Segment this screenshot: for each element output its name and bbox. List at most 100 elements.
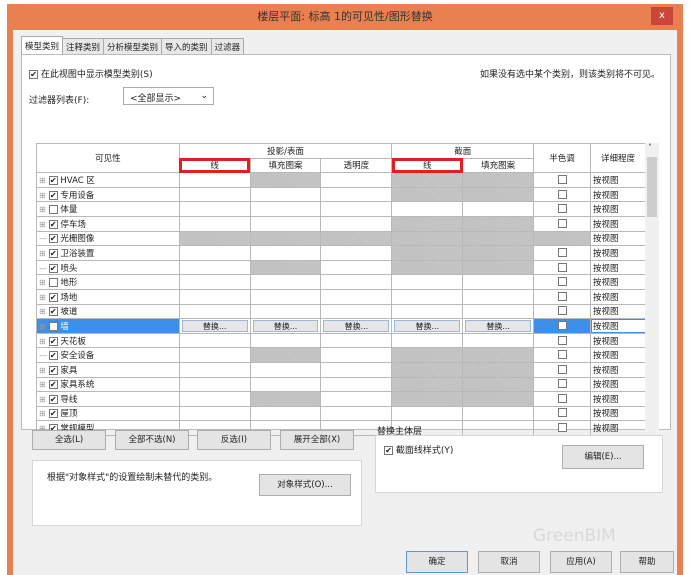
tab-analytical-categories[interactable]: 分析模型类别 — [103, 38, 163, 55]
scrollbar-thumb[interactable] — [647, 157, 657, 217]
halftone-cell[interactable] — [533, 201, 591, 217]
visibility-cell[interactable]: ⊞ ✔ 墙 — [36, 318, 180, 334]
expand-icon[interactable]: ⊞ — [39, 322, 46, 331]
projection-line-cell[interactable] — [178, 274, 251, 290]
halftone-cell[interactable] — [533, 230, 591, 247]
detail-level-cell[interactable]: 按视图 — [590, 186, 646, 203]
table-row[interactable]: ⊞ ✔ 卫浴装置 按视图 — [36, 245, 646, 261]
projection-fill-cell[interactable] — [249, 186, 322, 203]
halftone-cell[interactable] — [533, 318, 591, 334]
visibility-cell[interactable]: ⊞ 地形 — [36, 274, 180, 290]
detail-level-cell[interactable]: 按视图 — [590, 405, 646, 422]
visibility-checkbox[interactable] — [48, 205, 58, 215]
table-row[interactable]: ⊞ ✔ 导线 按视图 — [36, 391, 646, 407]
halftone-cell[interactable] — [533, 245, 591, 261]
expand-icon[interactable]: ⊞ — [39, 176, 46, 185]
table-row[interactable]: ⊞ ✔ 家具系统 按视图 — [36, 376, 646, 393]
checkbox[interactable]: ✔ — [29, 70, 38, 79]
visibility-checkbox[interactable]: ✔ — [48, 336, 58, 346]
projection-line-cell[interactable] — [178, 361, 251, 378]
cut-line-cell[interactable] — [391, 405, 464, 422]
projection-fill-cell[interactable] — [249, 274, 322, 290]
transparency-cell[interactable] — [320, 376, 393, 393]
detail-level-cell[interactable]: 按视图 — [590, 172, 646, 188]
visibility-checkbox[interactable]: ✔ — [48, 394, 58, 404]
ok-button[interactable]: 确定 — [406, 551, 468, 573]
table-row[interactable]: — ✔ 喷头 按视图 — [36, 259, 646, 276]
table-row[interactable]: ⊞ ✔ 停车场 按视图 — [36, 215, 646, 232]
expand-all-button[interactable]: 展开全部(X) — [280, 430, 354, 450]
override-button[interactable]: 替换... — [181, 319, 248, 332]
select-all-button[interactable]: 全选(L) — [32, 430, 106, 450]
detail-level-cell[interactable]: 按视图 — [590, 201, 646, 217]
cut-line-cell[interactable] — [391, 274, 464, 290]
expand-icon[interactable]: ⊞ — [39, 409, 46, 418]
cut-fill-cell[interactable] — [462, 303, 535, 320]
halftone-cell[interactable] — [533, 186, 591, 203]
tab-model-categories[interactable]: 模型类别 — [21, 36, 64, 55]
expand-icon[interactable]: ⊞ — [39, 249, 46, 258]
halftone-checkbox[interactable] — [557, 189, 567, 199]
projection-line-cell[interactable] — [178, 245, 251, 261]
visibility-cell[interactable]: ⊞ ✔ HVAC 区 — [36, 172, 180, 188]
halftone-cell[interactable] — [533, 172, 591, 188]
projection-line-cell[interactable] — [178, 288, 251, 305]
projection-line-cell[interactable] — [178, 186, 251, 203]
visibility-cell[interactable]: ⊞ ✔ 专用设备 — [36, 186, 180, 203]
detail-level-cell[interactable]: 按视图 — [590, 376, 646, 393]
visibility-checkbox[interactable] — [48, 278, 58, 288]
transparency-cell[interactable] — [320, 347, 393, 363]
visibility-cell[interactable]: ⊞ ✔ 天花板 — [36, 332, 180, 349]
cancel-button[interactable]: 取消 — [478, 551, 540, 573]
halftone-checkbox[interactable] — [557, 247, 567, 257]
halftone-checkbox[interactable] — [557, 320, 567, 330]
visibility-checkbox[interactable]: ✔ — [48, 175, 58, 185]
projection-fill-cell[interactable]: 替换... — [249, 318, 322, 334]
tab-annotation-categories[interactable]: 注释类别 — [62, 38, 105, 55]
transparency-cell[interactable] — [320, 259, 393, 276]
halftone-cell[interactable] — [533, 405, 591, 422]
visibility-checkbox[interactable]: ✔ — [48, 248, 58, 258]
visibility-checkbox[interactable]: ✔ — [48, 292, 58, 302]
projection-fill-cell[interactable] — [249, 332, 322, 349]
halftone-cell[interactable] — [533, 259, 591, 276]
table-row[interactable]: ⊞ 地形 按视图 — [36, 274, 646, 290]
halftone-cell[interactable] — [533, 274, 591, 290]
halftone-checkbox[interactable] — [557, 262, 567, 272]
visibility-cell[interactable]: ⊞ ✔ 家具 — [36, 361, 180, 378]
transparency-cell[interactable] — [320, 201, 393, 217]
visibility-checkbox[interactable]: ✔ — [48, 234, 58, 244]
halftone-checkbox[interactable] — [557, 204, 567, 214]
halftone-cell[interactable] — [533, 391, 591, 407]
halftone-checkbox[interactable] — [557, 393, 567, 403]
visibility-checkbox[interactable]: ✔ — [48, 321, 58, 331]
table-scrollbar[interactable]: ˄˅ — [645, 143, 659, 449]
checkbox[interactable]: ✔ — [384, 446, 393, 455]
visibility-cell[interactable]: ⊞ ✔ 导线 — [36, 391, 180, 407]
cut-fill-cell[interactable] — [462, 405, 535, 422]
visibility-cell[interactable]: ⊞ ✔ 卫浴装置 — [36, 245, 180, 261]
object-styles-button[interactable]: 对象样式(O)... — [259, 474, 351, 496]
cut-fill-cell[interactable] — [462, 332, 535, 349]
halftone-checkbox[interactable] — [557, 277, 567, 287]
projection-line-cell[interactable] — [178, 259, 251, 276]
visibility-cell[interactable]: ⊞ ✔ 坡道 — [36, 303, 180, 320]
transparency-cell[interactable] — [320, 332, 393, 349]
table-row[interactable]: ⊞ ✔ HVAC 区 按视图 — [36, 172, 646, 188]
visibility-checkbox[interactable]: ✔ — [48, 380, 58, 390]
halftone-cell[interactable] — [533, 420, 591, 436]
cut-fill-cell[interactable] — [462, 288, 535, 305]
transparency-cell[interactable] — [320, 361, 393, 378]
visibility-checkbox[interactable]: ✔ — [48, 219, 58, 229]
projection-fill-cell[interactable] — [249, 361, 322, 378]
cut-line-styles-checkbox[interactable]: ✔ 截面线样式(Y) — [384, 443, 453, 456]
transparency-cell[interactable] — [320, 215, 393, 232]
detail-level-cell[interactable]: 按视图 — [590, 361, 646, 378]
halftone-cell[interactable] — [533, 215, 591, 232]
expand-icon[interactable]: ⊞ — [39, 366, 46, 375]
override-button[interactable]: 替换... — [252, 319, 319, 332]
detail-level-cell[interactable]: 按视图 — [590, 420, 646, 436]
detail-level-cell[interactable]: 按视图 — [590, 274, 646, 290]
halftone-checkbox[interactable] — [557, 350, 567, 360]
table-row[interactable]: — ✔ 光栅图像 按视图 — [36, 230, 646, 247]
